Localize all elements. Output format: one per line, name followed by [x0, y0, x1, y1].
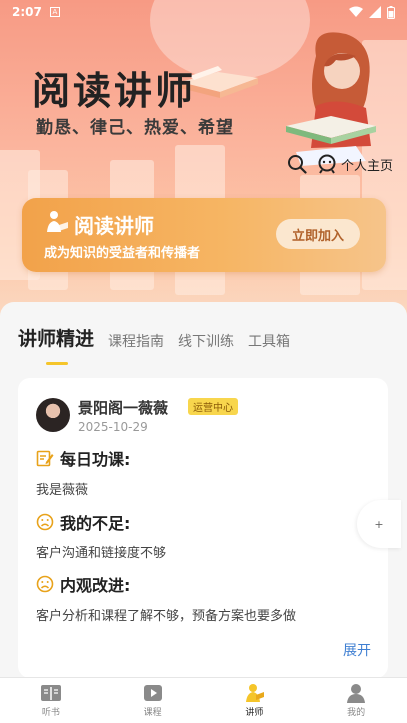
section-daily-lesson: 每日功课: [36, 446, 130, 470]
section-text: 客户分析和课程了解不够，预备方案也要多做 [36, 609, 297, 624]
section-text: 我是薇薇 [36, 483, 89, 498]
section-improvement: 内观改进: [36, 572, 130, 596]
nav-label: 课程 [143, 708, 162, 718]
nav-item-lecturer[interactable]: 讲师 [204, 678, 306, 723]
expand-link[interactable]: 展开 [343, 640, 371, 660]
nav-item-books[interactable]: 听书 [0, 678, 102, 723]
tab-label: 讲师精进 [18, 328, 95, 350]
tab-course-guide[interactable]: 课程指南 [108, 331, 164, 353]
role-badge: 运营中心 [188, 398, 238, 415]
nav-item-me[interactable]: 我的 [305, 678, 407, 723]
post-card[interactable]: 景阳阁一薇薇 运营中心 2025-10-29 每日功课: 我是薇薇 我的不足: … [18, 378, 388, 678]
search-button[interactable] [285, 152, 309, 176]
post-date: 2025-10-29 [78, 420, 148, 434]
user-icon [347, 684, 366, 703]
profile-face-icon [318, 154, 336, 174]
page-title: 阅读讲师 [32, 68, 197, 113]
active-tab-indicator [46, 362, 68, 365]
search-icon [287, 155, 307, 174]
bottom-nav: 听书 课程 讲师 我的 [0, 677, 407, 723]
section-title: 每日功课: [60, 450, 131, 469]
banner-subtitle: 成为知识的受益者和传播者 [44, 246, 201, 261]
tab-toolbox[interactable]: 工具箱 [248, 331, 290, 353]
section-title: 内观改进: [60, 576, 131, 595]
section-title: 我的不足: [60, 514, 131, 533]
edit-icon [36, 449, 54, 467]
profile-label: 个人主页 [340, 158, 393, 174]
nav-label: 听书 [41, 708, 60, 718]
tab-offline-training[interactable]: 线下训练 [178, 331, 234, 353]
lecturer-reading-icon [47, 211, 68, 232]
profile-link[interactable]: 个人主页 [317, 154, 393, 174]
lecturer-icon [246, 684, 265, 702]
book-icon [40, 685, 61, 701]
signal-icon [369, 6, 381, 18]
side-add-button[interactable]: + [357, 500, 401, 548]
hero-header: 2:07 A 阅读讲师 勤恳、律己、热爱、希望 个人主页 阅读讲师 成为知识的受… [0, 0, 407, 320]
status-bar: 2:07 A [0, 0, 407, 24]
hero-actions: 个人主页 [285, 152, 393, 176]
section-shortcomings: 我的不足: [36, 510, 130, 534]
wifi-icon [349, 6, 363, 17]
author-name: 景阳阁一薇薇 [78, 399, 169, 417]
hero-slogan: 勤恳、律己、热爱、希望 [36, 118, 234, 138]
sad-face-icon [36, 513, 54, 531]
section-text: 客户沟通和链接度不够 [36, 546, 167, 561]
notification-icon: A [49, 7, 60, 17]
tab-lecturer-advance[interactable]: 讲师精进 [18, 324, 95, 365]
join-banner[interactable]: 阅读讲师 成为知识的受益者和传播者 立即加入 [22, 198, 386, 272]
play-icon [143, 685, 162, 701]
nav-label: 讲师 [245, 708, 264, 718]
tab-bar: 讲师精进 课程指南 线下训练 工具箱 [18, 324, 290, 365]
nav-item-courses[interactable]: 课程 [102, 678, 204, 723]
status-time: 2:07 [12, 5, 42, 19]
sad-face-icon [36, 575, 54, 593]
battery-icon [387, 5, 395, 19]
nav-label: 我的 [347, 708, 366, 718]
banner-title: 阅读讲师 [74, 214, 154, 238]
join-now-button[interactable]: 立即加入 [276, 219, 360, 249]
avatar[interactable] [36, 398, 70, 432]
